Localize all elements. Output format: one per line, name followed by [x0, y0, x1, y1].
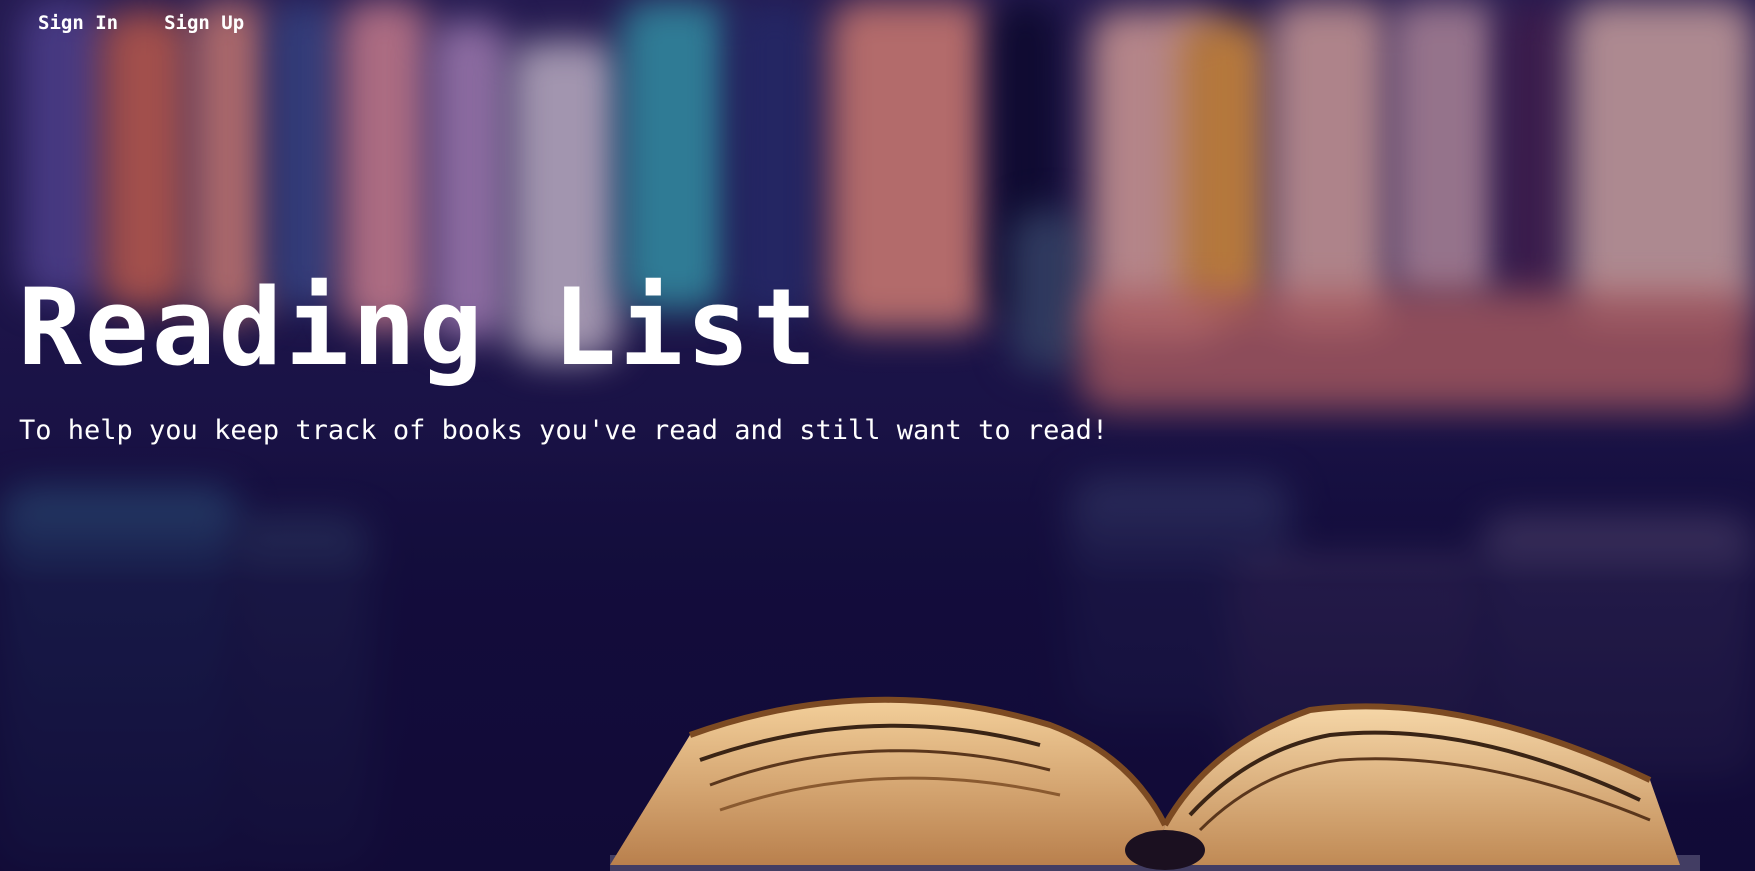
hero-section: Sign In Sign Up Reading List To help you…: [0, 0, 1755, 871]
sign-up-link[interactable]: Sign Up: [164, 8, 244, 38]
open-book-icon: [610, 696, 1700, 871]
page-title: Reading List: [18, 266, 820, 389]
top-nav: Sign In Sign Up: [38, 8, 244, 38]
sign-in-link[interactable]: Sign In: [38, 8, 118, 38]
page-subtitle: To help you keep track of books you've r…: [19, 415, 1109, 446]
